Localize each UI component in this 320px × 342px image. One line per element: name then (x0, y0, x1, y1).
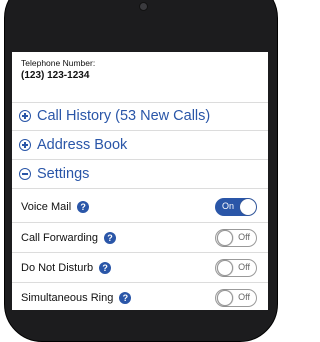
setting-row-voice-mail: Voice Mail ? On (21, 195, 257, 219)
minus-circle-icon (19, 168, 31, 180)
toggle-knob (240, 199, 256, 215)
setting-row-simultaneous-ring: Simultaneous Ring ? Off (21, 286, 257, 310)
setting-label: Call Forwarding (21, 232, 99, 244)
section-address-book[interactable]: Address Book (19, 133, 127, 157)
setting-row-call-forwarding: Call Forwarding ? Off (21, 226, 257, 250)
plus-circle-icon (19, 110, 31, 122)
section-call-history[interactable]: Call History (53 New Calls) (19, 104, 210, 128)
toggle-knob (217, 290, 233, 306)
telephone-label: Telephone Number: (21, 58, 96, 68)
simultaneous-ring-toggle[interactable]: Off (215, 289, 257, 307)
divider (12, 130, 268, 131)
telephone-number: (123) 123-1234 (21, 70, 90, 81)
help-icon[interactable]: ? (99, 262, 112, 274)
help-icon[interactable]: ? (77, 201, 90, 213)
toggle-knob (217, 260, 233, 276)
divider (12, 282, 268, 283)
phone-mockup: Telephone Number: (123) 123-1234 Call Hi… (0, 0, 280, 342)
camera-icon (140, 3, 147, 10)
divider (12, 222, 268, 223)
toggle-state-text: Off (238, 232, 250, 242)
toggle-knob (217, 230, 233, 246)
setting-label: Voice Mail (21, 201, 72, 213)
telephone-info: Telephone Number: (123) 123-1234 (21, 58, 95, 81)
setting-label: Simultaneous Ring (21, 292, 114, 304)
section-label: Settings (37, 166, 90, 182)
section-label: Address Book (37, 137, 128, 153)
do-not-disturb-toggle[interactable]: Off (215, 259, 257, 277)
toggle-state-text: On (222, 201, 235, 211)
setting-row-do-not-disturb: Do Not Disturb ? Off (21, 256, 257, 280)
phone-screen: Telephone Number: (123) 123-1234 Call Hi… (12, 52, 268, 310)
divider (12, 102, 268, 103)
help-icon[interactable]: ? (104, 232, 117, 244)
divider (12, 252, 268, 253)
toggle-state-text: Off (238, 262, 250, 272)
divider (12, 159, 268, 160)
voice-mail-toggle[interactable]: On (215, 198, 257, 216)
toggle-state-text: Off (238, 292, 250, 302)
help-icon[interactable]: ? (119, 292, 132, 304)
call-forwarding-toggle[interactable]: Off (215, 229, 257, 247)
divider (12, 188, 268, 189)
section-label: Call History (53 New Calls) (37, 108, 211, 124)
plus-circle-icon (19, 139, 31, 151)
setting-label: Do Not Disturb (21, 262, 94, 274)
section-settings[interactable]: Settings (19, 162, 89, 186)
